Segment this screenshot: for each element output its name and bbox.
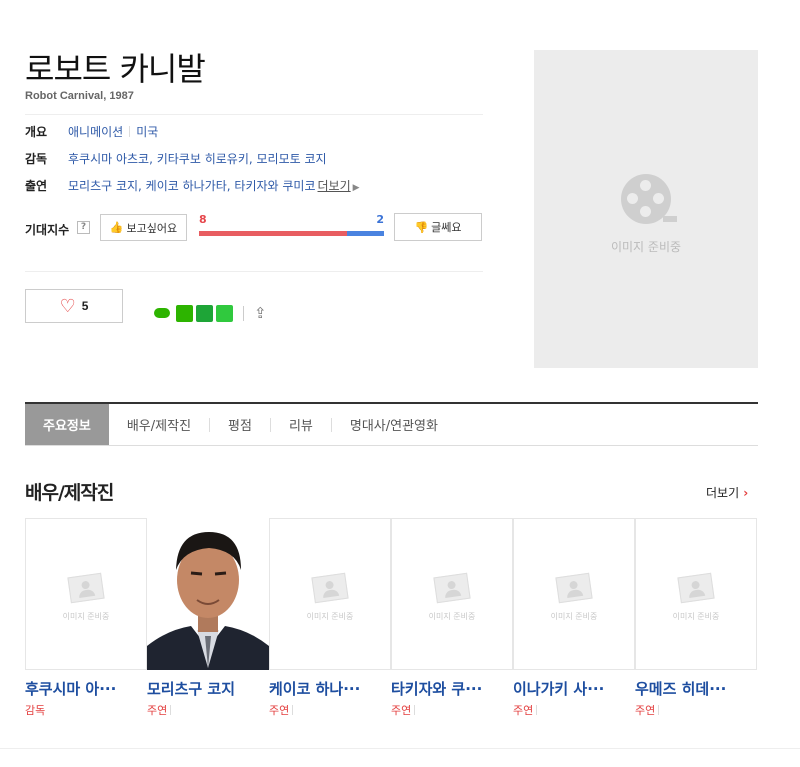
overview-row: 개요 애니메이션 미국 [25,124,158,140]
tab-main-info[interactable]: 주요정보 [25,404,109,445]
tab-cast-crew[interactable]: 배우/제작진 [109,404,209,445]
photo-placeholder-icon [311,572,349,603]
tab-ratings[interactable]: 평점 [210,404,270,445]
photo-placeholder-icon [677,572,715,603]
like-button[interactable]: ♡ 5 [25,289,123,323]
person-photo-placeholder[interactable]: 이미지 준비중 [269,518,391,670]
poster-placeholder-text: 이미지 준비중 [610,239,682,254]
naver-share-icon[interactable] [216,304,233,322]
separator [129,126,131,137]
person-role: 주연 [391,702,513,718]
boring-bar [347,231,384,236]
cast-card[interactable]: 모리츠구 코지 주연 [147,518,269,718]
chevron-right-icon: ▶ [352,183,360,193]
person-role: 주연 [269,702,391,718]
divider [25,271,483,272]
photo-placeholder-text: 이미지 준비중 [550,611,598,621]
cast-card[interactable]: 이미지 준비중 이나가키 사··· 주연 [513,518,635,718]
share-out-icon[interactable]: ⇪ [254,304,267,322]
cast-section-title: 배우/제작진 [25,482,114,504]
movie-title: 로보트 카니발 [25,50,206,88]
genre-link[interactable]: 애니메이션 [68,125,123,139]
want-to-see-label: 보고싶어요 [126,222,178,235]
person-role: 주연 [513,702,635,718]
want-to-see-button[interactable]: 👍 보고싶어요 [100,214,187,241]
expectation-index: 기대지수 ? 👍 보고싶어요 8 2 👎 글쎄요 [25,212,485,242]
person-name[interactable]: 모리츠구 코지 [147,678,265,699]
person-portrait-icon [147,518,269,670]
director-row: 감독 후쿠시마 아츠코, 키타쿠보 히로유키, 모리모토 코지 [25,151,327,167]
film-reel-icon [621,173,677,224]
person-name[interactable]: 우메즈 히데··· [635,678,753,699]
want-bar [199,231,347,236]
person-photo-placeholder[interactable]: 이미지 준비중 [635,518,757,670]
not-sure-button[interactable]: 👎 글쎄요 [394,213,482,241]
director-label: 감독 [25,152,48,166]
like-count: 5 [81,299,89,313]
tab-reviews[interactable]: 리뷰 [271,404,331,445]
person-role: 주연 [147,702,269,718]
separator [243,305,244,321]
person-role: 감독 [25,704,46,717]
person-name[interactable]: 타키자와 쿠··· [391,678,509,699]
thumbs-down-icon: 👎 [414,221,429,234]
person-photo-placeholder[interactable]: 이미지 준비중 [391,518,513,670]
overview-label: 개요 [25,125,48,139]
cast-more-button[interactable]: 더보기 › [706,484,748,501]
person-name[interactable]: 케이코 하나··· [269,678,387,699]
photo-placeholder-text: 이미지 준비중 [306,611,354,621]
expectation-label: 기대지수 [25,223,70,237]
chevron-right-icon: › [739,486,749,500]
photo-placeholder-icon [433,572,471,603]
footer-divider [0,748,800,749]
country-link[interactable]: 미국 [136,125,158,139]
line-share-icon[interactable] [154,308,170,318]
person-photo-placeholder[interactable]: 이미지 준비중 [513,518,635,670]
boring-count: 2 [376,213,384,226]
photo-placeholder-icon [67,572,105,603]
person-role: 주연 [635,702,757,718]
cast-card[interactable]: 이미지 준비중 우메즈 히데··· 주연 [635,518,757,718]
cast-more-label: 더보기 [706,486,740,500]
want-count: 8 [199,213,207,226]
tab-quotes-related[interactable]: 명대사/연관영화 [332,404,456,445]
cast-list: 이미지 준비중 후쿠시마 아··· 감독 모리츠구 코지 주연 이미지 준비중 [25,518,758,718]
person-name[interactable]: 후쿠시마 아··· [25,678,143,699]
cast-more-link[interactable]: 더보기 [318,179,351,193]
cast-row: 출연 모리츠구 코지, 케이코 하나가타, 타키자와 쿠미코 더보기 ▶ [25,178,360,196]
thumbs-up-icon: 👍 [109,222,124,234]
movie-subtitle: Robot Carnival, 1987 [25,90,134,102]
share-bar: ⇪ [154,304,267,322]
band-share-icon[interactable] [176,304,193,322]
not-sure-label: 글쎄요 [431,222,462,234]
help-icon[interactable]: ? [77,221,90,234]
photo-placeholder-text: 이미지 준비중 [428,611,476,621]
photo-placeholder-icon [555,572,593,603]
person-name[interactable]: 이나가키 사··· [513,678,631,699]
cast-card[interactable]: 이미지 준비중 후쿠시마 아··· 감독 [25,518,147,718]
expectation-bar: 8 2 [199,212,384,242]
poster-placeholder: 이미지 준비중 [534,50,758,368]
heart-icon: ♡ [59,296,76,316]
tab-bar: 주요정보 배우/제작진 평점 리뷰 명대사/연관영화 [25,402,758,446]
cast-card[interactable]: 이미지 준비중 케이코 하나··· 주연 [269,518,391,718]
cast-label: 출연 [25,179,48,193]
photo-placeholder-text: 이미지 준비중 [672,611,720,621]
cast-links[interactable]: 모리츠구 코지, 케이코 하나가타, 타키자와 쿠미코 [68,179,316,193]
bookmark-share-icon[interactable] [196,304,213,322]
divider [25,114,483,115]
photo-placeholder-text: 이미지 준비중 [62,611,110,621]
person-photo-placeholder[interactable]: 이미지 준비중 [25,518,147,670]
director-links[interactable]: 후쿠시마 아츠코, 키타쿠보 히로유키, 모리모토 코지 [68,152,327,166]
person-photo[interactable] [147,518,269,670]
cast-card[interactable]: 이미지 준비중 타키자와 쿠··· 주연 [391,518,513,718]
